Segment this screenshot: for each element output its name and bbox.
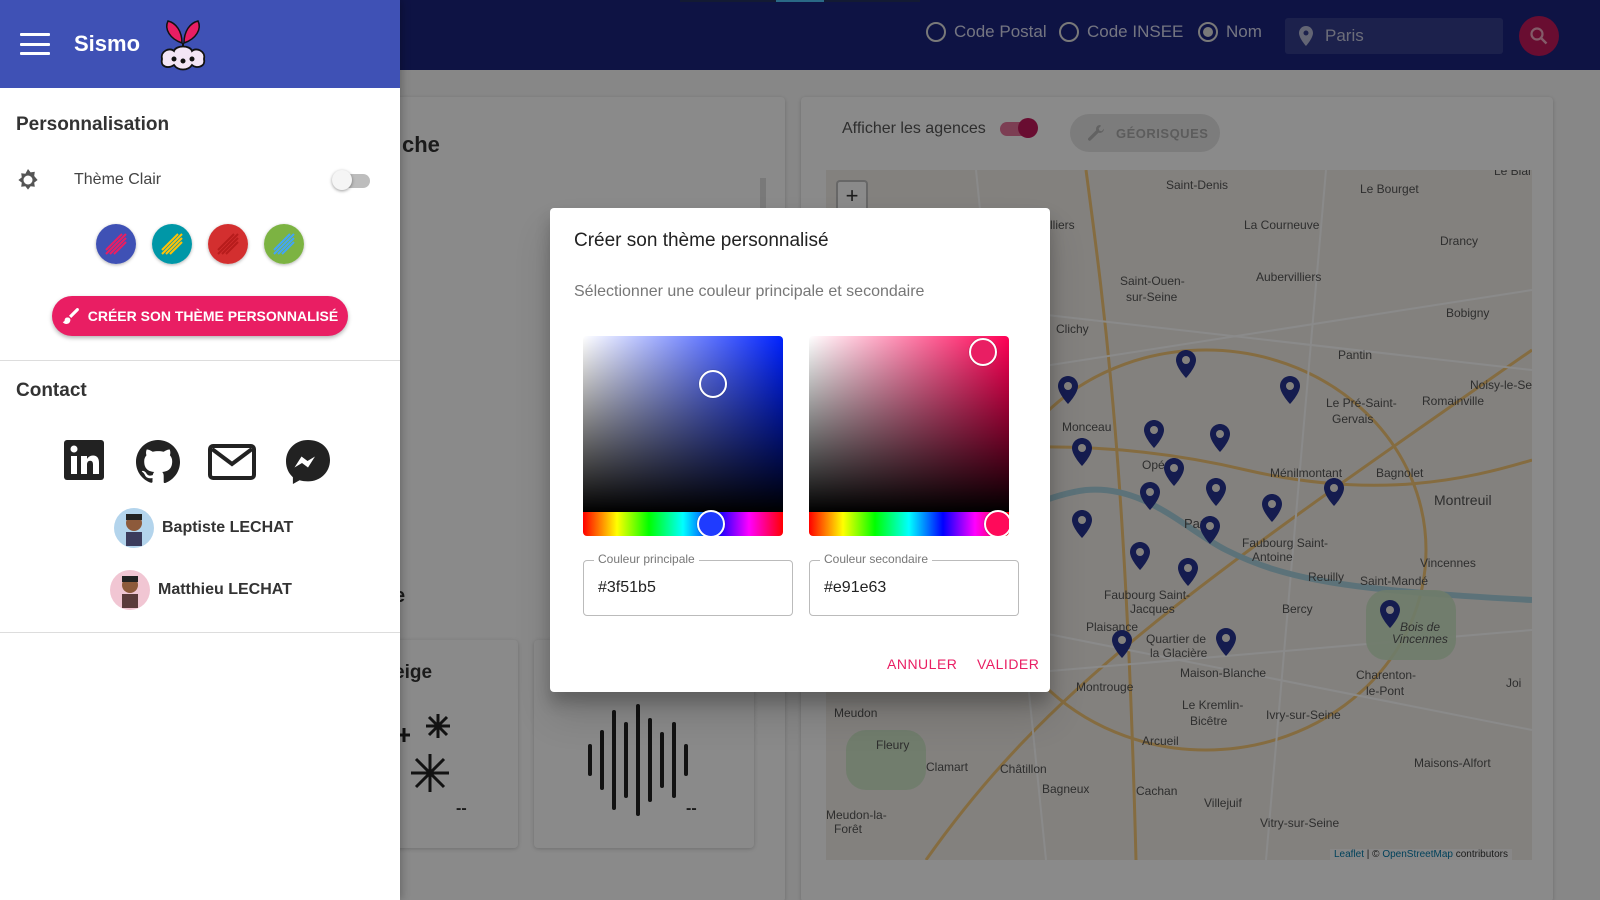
primary-hue-slider[interactable] [583,512,783,536]
avatar [110,570,150,610]
messenger-icon[interactable] [284,438,332,486]
avatar [114,508,154,548]
email-icon[interactable] [208,438,256,486]
secondary-saturation-knob[interactable] [969,338,997,366]
contact-person-matthieu[interactable]: Matthieu LECHAT [110,570,292,610]
dialog-description: Sélectionner une couleur principale et s… [574,283,925,300]
primary-saturation-area[interactable] [583,336,783,512]
github-icon[interactable] [134,438,182,486]
brush-icon [62,308,79,324]
swatch-stripes-icon [264,224,304,264]
create-theme-button[interactable]: CRÉER SON THÈME PERSONNALISÉ [52,296,348,336]
swatch-stripes-icon [152,224,192,264]
drawer-header: Sismo [0,0,400,88]
personalisation-title: Personnalisation [16,114,170,135]
secondary-color-value: #e91e63 [824,579,887,596]
navigation-drawer: Sismo Personnalisation Thème Clair CRÉER… [0,0,400,900]
theme-toggle-row[interactable]: Thème Clair [16,168,376,192]
contact-name: Baptiste LECHAT [162,519,294,536]
cancel-button[interactable]: ANNULER [887,656,957,672]
confirm-button[interactable]: VALIDER [977,656,1039,672]
primary-saturation-knob[interactable] [699,370,727,398]
primary-color-picker[interactable] [583,336,783,536]
theme-swatch-teal-amber[interactable] [152,224,192,264]
theme-toggle[interactable] [332,170,370,190]
primary-hue-knob[interactable] [697,510,725,536]
secondary-color-picker[interactable] [809,336,1009,536]
drawer-divider [0,360,400,361]
brightness-icon [18,169,38,190]
app-name: Sismo [74,31,141,56]
contact-name: Matthieu LECHAT [158,581,292,598]
secondary-color-label: Couleur secondaire [820,552,933,566]
avatar-portrait-icon [122,576,138,608]
linkedin-icon[interactable] [62,438,110,486]
theme-swatch-green-blue[interactable] [264,224,304,264]
contact-title: Contact [16,380,87,401]
avatar-portrait-icon [126,514,142,546]
primary-color-field[interactable]: Couleur principale #3f51b5 [583,552,793,616]
swatch-stripes-icon [96,224,136,264]
contact-person-baptiste[interactable]: Baptiste LECHAT [114,508,293,548]
theme-label: Thème Clair [74,171,162,188]
logo-icon [160,20,206,71]
secondary-hue-knob[interactable] [984,510,1009,536]
custom-theme-dialog: Créer son thème personnalisé Sélectionne… [550,208,1050,692]
theme-swatch-red[interactable] [208,224,248,264]
secondary-hue-slider[interactable] [809,512,1009,536]
primary-color-label: Couleur principale [594,552,699,566]
dialog-title: Créer son thème personnalisé [574,230,829,251]
menu-icon[interactable] [20,33,50,55]
secondary-color-field[interactable]: Couleur secondaire #e91e63 [809,552,1019,616]
primary-color-value: #3f51b5 [598,579,656,596]
theme-swatch-indigo-pink[interactable] [96,224,136,264]
create-theme-label: CRÉER SON THÈME PERSONNALISÉ [87,308,339,324]
swatch-stripes-icon [208,224,248,264]
drawer-divider [0,632,400,633]
